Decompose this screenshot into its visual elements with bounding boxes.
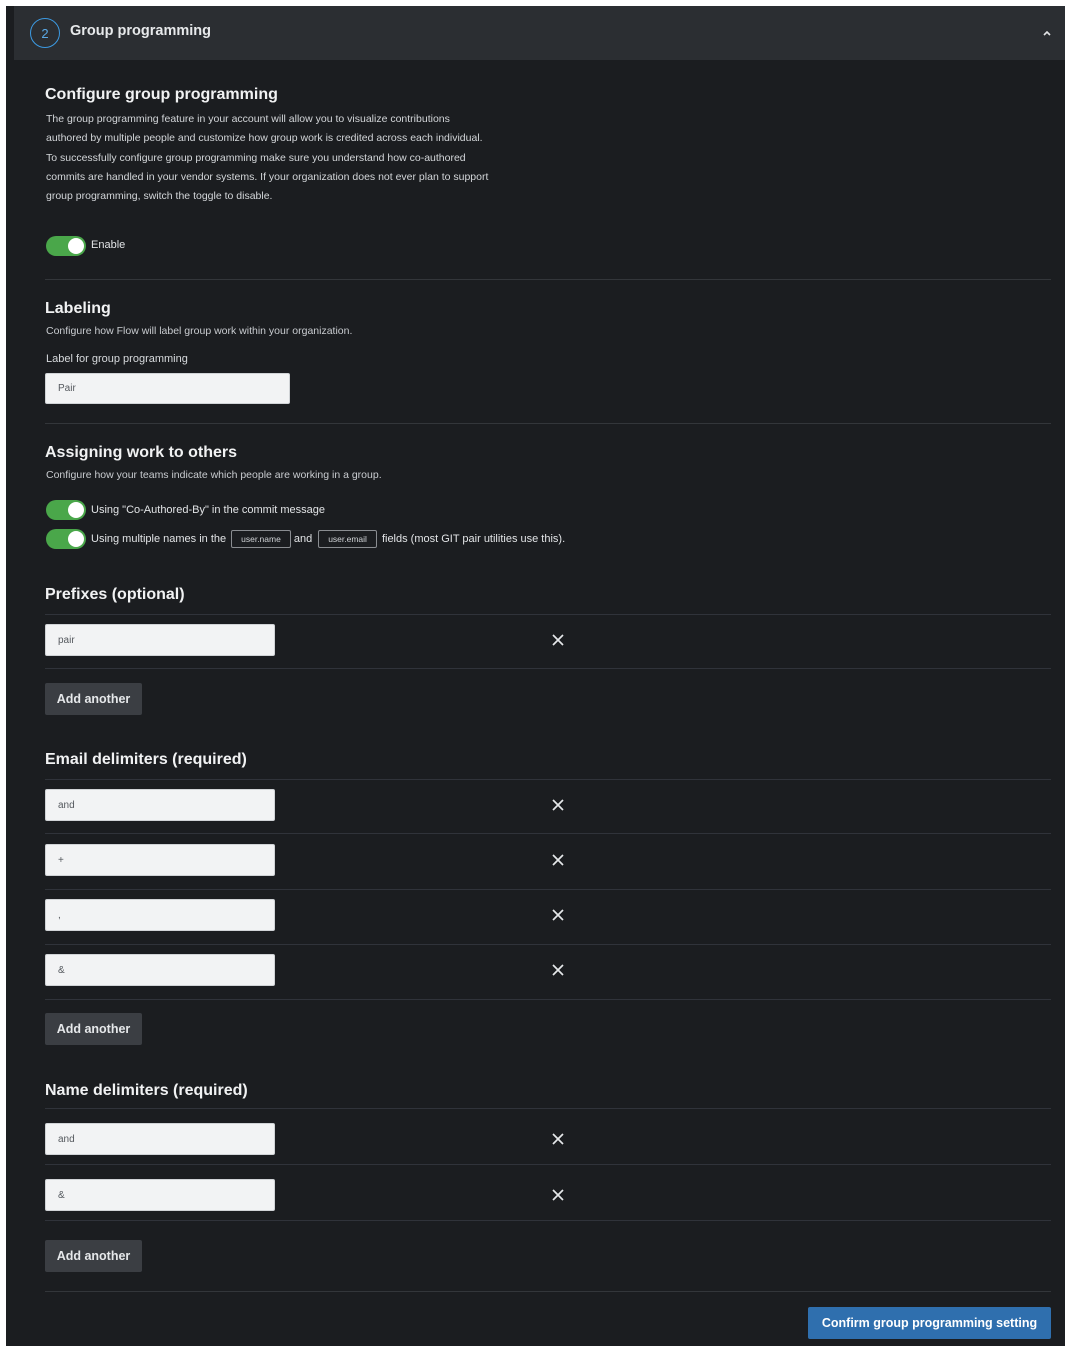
user-name-code: user.name: [231, 530, 291, 548]
remove-email-delimiter-1-icon[interactable]: [552, 799, 564, 811]
toggle-knob: [68, 238, 84, 254]
section-divider: [45, 423, 1051, 424]
email-delimiter-input-2[interactable]: [45, 844, 275, 876]
email-delimiter-input-3[interactable]: [45, 899, 275, 931]
co-authored-by-label: Using "Co-Authored-By" in the commit mes…: [91, 504, 326, 516]
multiple-names-label: Using multiple names in the user.name an…: [91, 529, 565, 549]
step-number-badge: 2: [30, 18, 60, 48]
accordion-content: Configure group programming The group pr…: [45, 60, 1051, 1346]
row-divider: [45, 1108, 1051, 1109]
configure-title: Configure group programming: [45, 86, 278, 103]
toggle-knob: [68, 502, 84, 518]
configure-description: The group programming feature in your ac…: [46, 113, 489, 203]
multiple-names-prefix: Using multiple names in the: [91, 533, 227, 545]
multiple-names-and: and: [293, 533, 313, 545]
co-authored-by-toggle[interactable]: [46, 500, 86, 520]
confirm-group-programming-button[interactable]: Confirm group programming setting: [808, 1307, 1051, 1339]
labeling-title: Labeling: [45, 300, 111, 317]
remove-email-delimiter-3-icon[interactable]: [552, 909, 564, 921]
prefixes-title: Prefixes (optional): [45, 586, 185, 603]
accordion-header-group-programming[interactable]: 2 Group programming: [14, 6, 1065, 60]
labeling-description: Configure how Flow will label group work…: [46, 325, 353, 337]
group-label-field-label: Label for group programming: [46, 353, 188, 365]
email-delimiter-input-1[interactable]: [45, 789, 275, 821]
remove-email-delimiter-2-icon[interactable]: [552, 854, 564, 866]
section-divider: [45, 279, 1051, 280]
enable-toggle[interactable]: [46, 236, 86, 256]
email-delimiters-title: Email delimiters (required): [45, 751, 247, 768]
remove-name-delimiter-2-icon[interactable]: [552, 1189, 564, 1201]
row-divider: [45, 1220, 1051, 1221]
remove-name-delimiter-1-icon[interactable]: [552, 1133, 564, 1145]
accordion-title: Group programming: [70, 23, 211, 39]
row-divider: [45, 1164, 1051, 1165]
assigning-title: Assigning work to others: [45, 444, 238, 461]
group-label-input[interactable]: [45, 373, 290, 404]
row-divider: [45, 889, 1051, 890]
add-prefix-button[interactable]: Add another: [45, 683, 142, 715]
email-delimiter-input-4[interactable]: [45, 954, 275, 986]
enable-toggle-label: Enable: [91, 239, 126, 251]
multiple-names-toggle[interactable]: [46, 529, 86, 549]
settings-panel: 2 Group programming Configure group prog…: [6, 6, 1065, 1346]
user-email-code: user.email: [318, 530, 377, 548]
remove-email-delimiter-4-icon[interactable]: [552, 964, 564, 976]
row-divider: [45, 833, 1051, 834]
name-delimiter-input-2[interactable]: [45, 1179, 275, 1211]
prefix-input-1[interactable]: [45, 624, 275, 656]
name-delimiters-title: Name delimiters (required): [45, 1082, 248, 1099]
add-name-delimiter-button[interactable]: Add another: [45, 1240, 142, 1272]
multiple-names-suffix: fields (most GIT pair utilities use this…: [381, 533, 566, 545]
row-divider: [45, 779, 1051, 780]
name-delimiter-input-1[interactable]: [45, 1123, 275, 1155]
assigning-description: Configure how your teams indicate which …: [46, 469, 382, 481]
row-divider: [45, 668, 1051, 669]
row-divider: [45, 999, 1051, 1000]
toggle-knob: [68, 531, 84, 547]
remove-prefix-1-icon[interactable]: [552, 634, 564, 646]
row-divider: [45, 944, 1051, 945]
section-divider: [45, 1291, 1051, 1292]
add-email-delimiter-button[interactable]: Add another: [45, 1013, 142, 1045]
chevron-up-icon[interactable]: [1040, 26, 1054, 40]
row-divider: [45, 614, 1051, 615]
